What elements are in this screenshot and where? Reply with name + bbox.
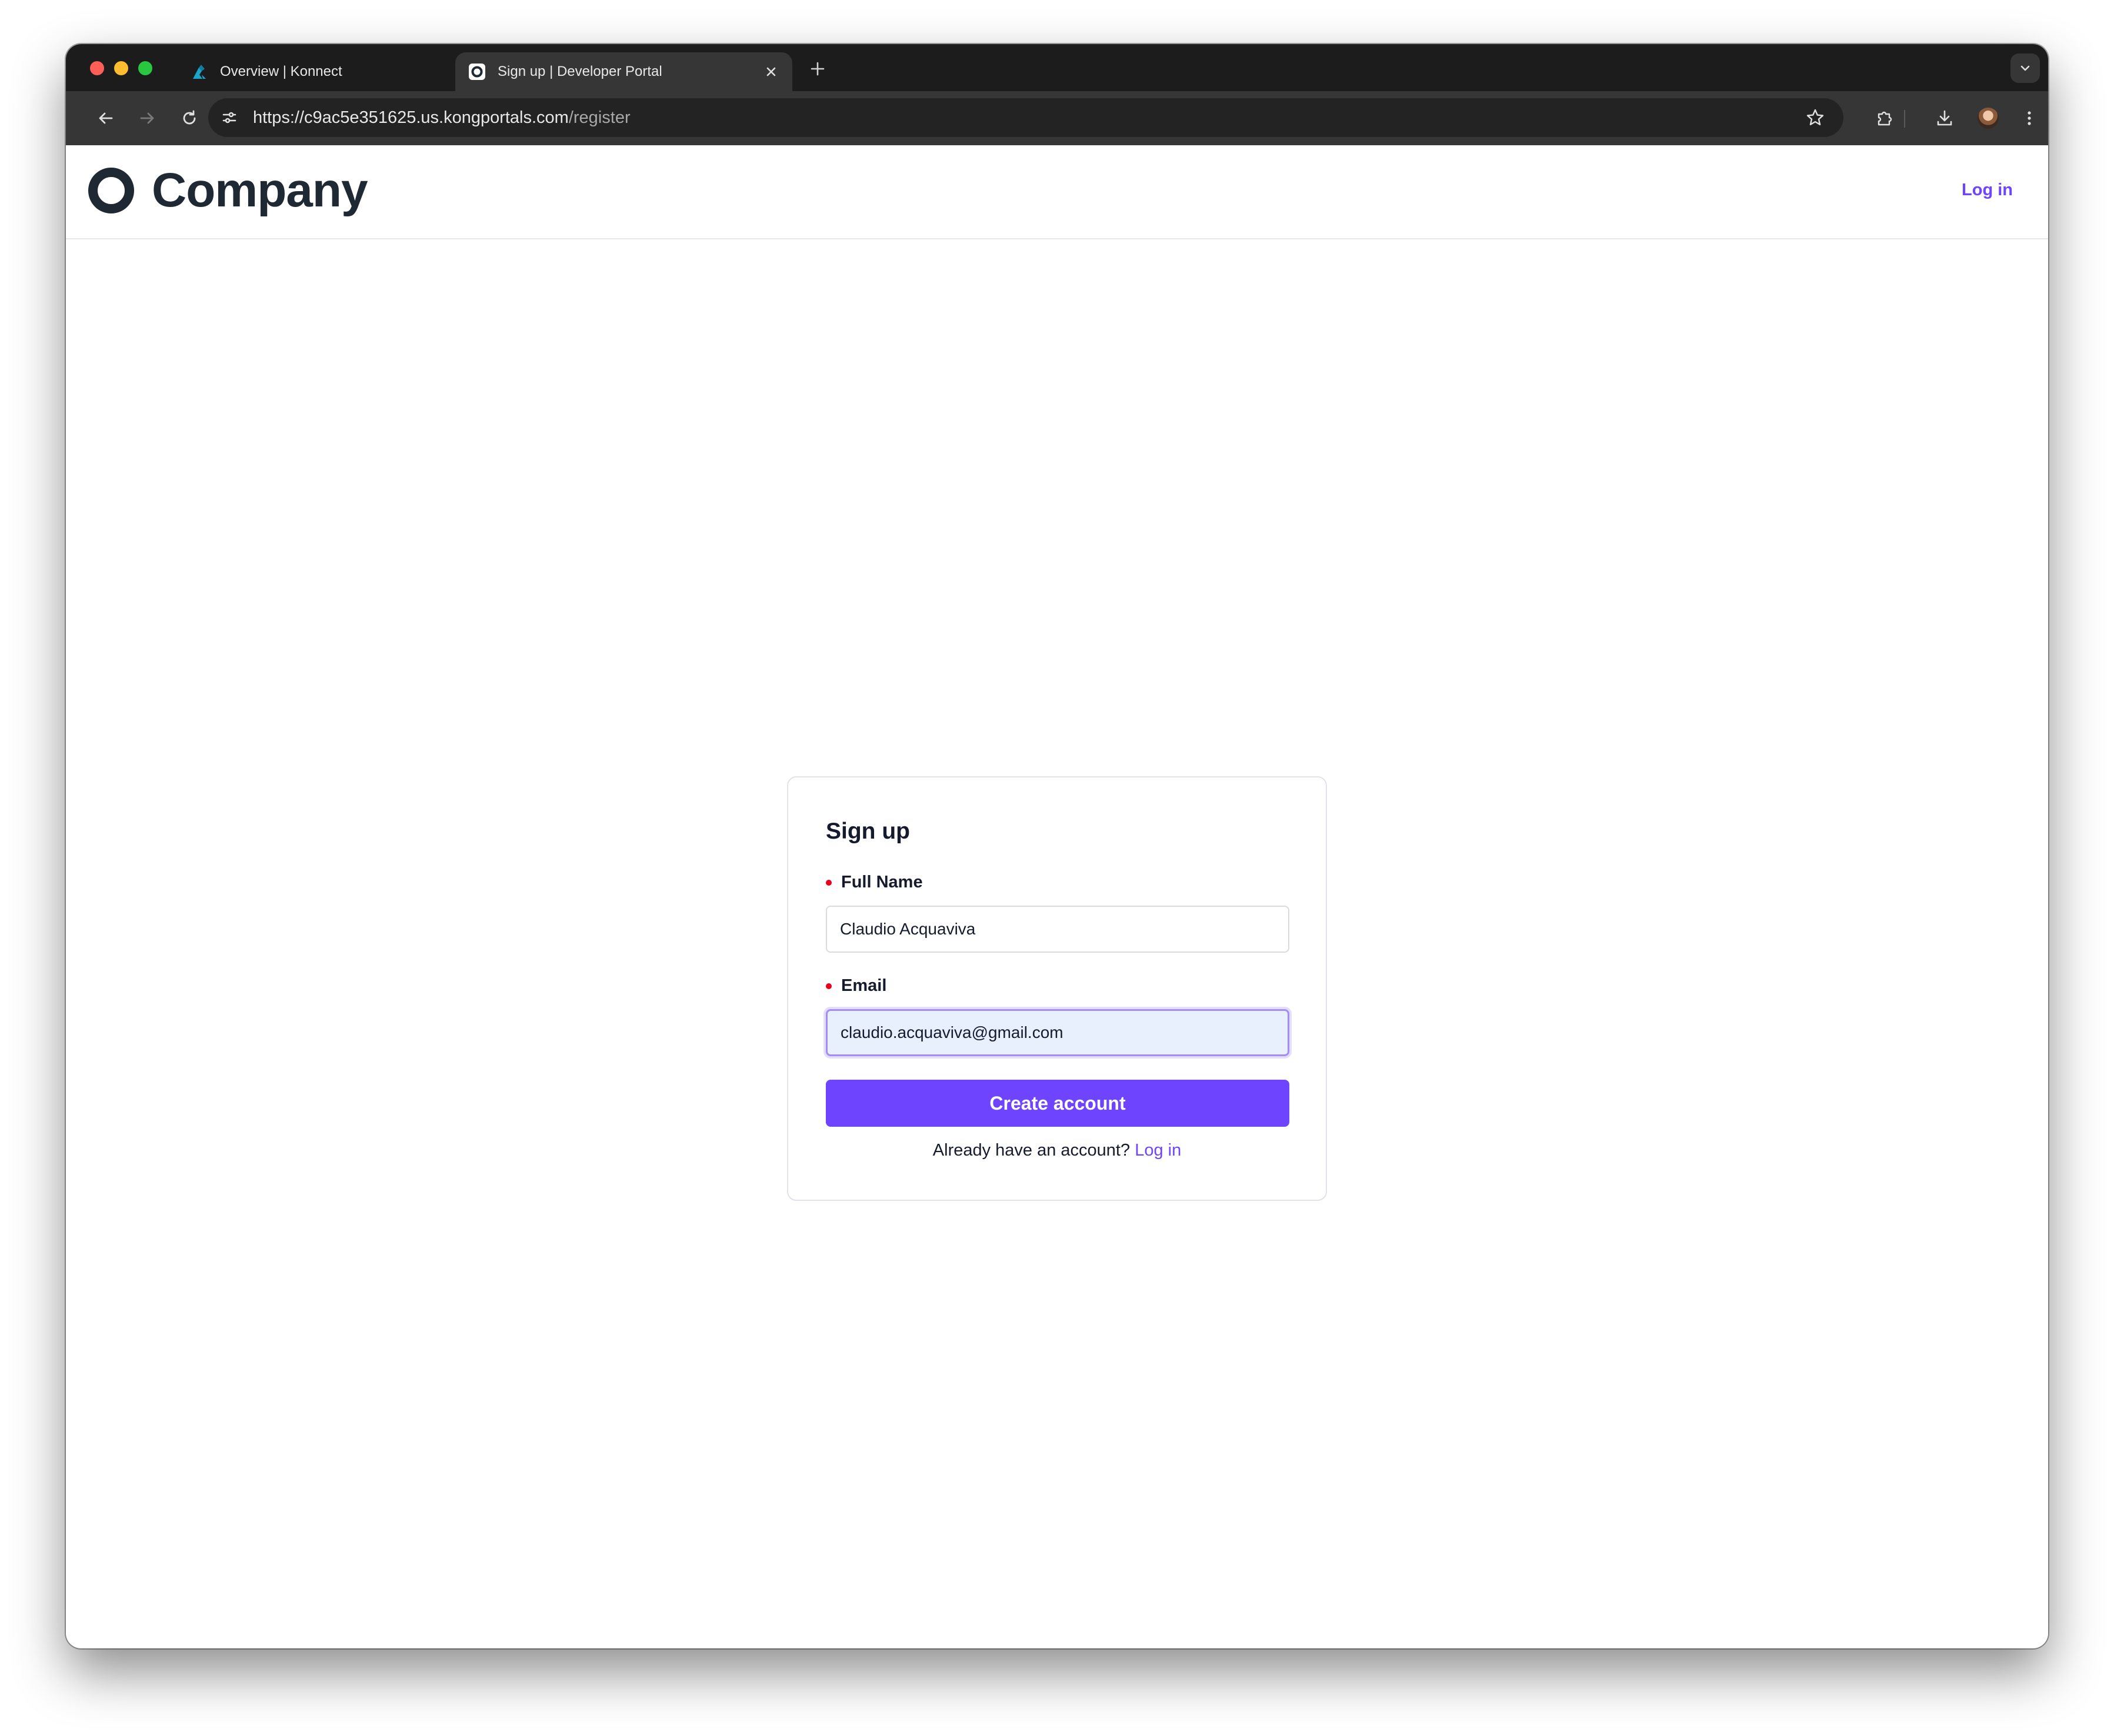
window-close-button[interactable] [90, 61, 104, 75]
browser-window: Overview | Konnect Sign up | Developer P… [66, 44, 2048, 1648]
portal-logo-icon [468, 63, 486, 81]
window-minimize-button[interactable] [114, 61, 128, 75]
reload-icon[interactable] [175, 104, 204, 132]
window-maximize-button[interactable] [138, 61, 152, 75]
login-prompt: Already have an account? Log in [788, 1141, 1326, 1160]
url-host: https://c9ac5e351625.us.kongportals.com [253, 108, 569, 127]
email-input[interactable] [826, 1009, 1289, 1056]
download-icon[interactable] [1930, 104, 1959, 132]
page-content: Company Log in Sign up Full Name Email C… [66, 145, 2048, 1648]
create-account-button[interactable]: Create account [826, 1080, 1289, 1127]
toolbar-divider [1904, 110, 1905, 128]
header-login-link[interactable]: Log in [1962, 181, 2013, 200]
brand-name: Company [152, 163, 368, 217]
back-arrow-icon[interactable] [92, 104, 120, 132]
extensions-puzzle-icon[interactable] [1870, 104, 1899, 132]
tab-close-icon[interactable] [761, 61, 782, 82]
tab-sign-up-developer-portal[interactable]: Sign up | Developer Portal [455, 52, 792, 91]
full-name-input[interactable] [826, 906, 1289, 953]
bookmark-star-icon[interactable] [1802, 105, 1828, 131]
browser-toolbar: https://c9ac5e351625.us.kongportals.com/… [66, 91, 2048, 145]
required-indicator [826, 983, 832, 989]
login-link[interactable]: Log in [1135, 1141, 1181, 1160]
site-info-tune-icon[interactable] [216, 105, 242, 131]
logo-ring-icon [88, 168, 134, 213]
site-header: Company Log in [66, 145, 2048, 239]
url-text: https://c9ac5e351625.us.kongportals.com/… [253, 108, 631, 128]
signup-card: Sign up Full Name Email Create account A… [787, 776, 1327, 1201]
tab-title: Overview | Konnect [220, 64, 342, 79]
required-indicator [826, 879, 832, 886]
full-name-label-text: Full Name [841, 873, 923, 892]
tab-strip: Overview | Konnect Sign up | Developer P… [66, 44, 2048, 91]
kebab-menu-icon[interactable] [2015, 104, 2043, 132]
email-label-text: Email [841, 976, 887, 995]
login-prompt-text: Already have an account? [932, 1141, 1131, 1160]
email-label: Email [826, 976, 886, 996]
url-path: /register [568, 108, 631, 127]
profile-avatar[interactable] [1978, 108, 1999, 129]
full-name-label: Full Name [826, 873, 923, 892]
address-bar[interactable]: https://c9ac5e351625.us.kongportals.com/… [208, 98, 1843, 137]
tab-title: Sign up | Developer Portal [498, 64, 662, 79]
konnect-logo-icon [191, 63, 208, 81]
forward-arrow-icon[interactable] [133, 104, 161, 132]
tab-search-chevron-down-icon[interactable] [2010, 54, 2040, 83]
new-tab-plus-icon[interactable] [806, 57, 829, 81]
signup-title: Sign up [826, 819, 910, 844]
brand-logo[interactable]: Company [88, 166, 368, 215]
